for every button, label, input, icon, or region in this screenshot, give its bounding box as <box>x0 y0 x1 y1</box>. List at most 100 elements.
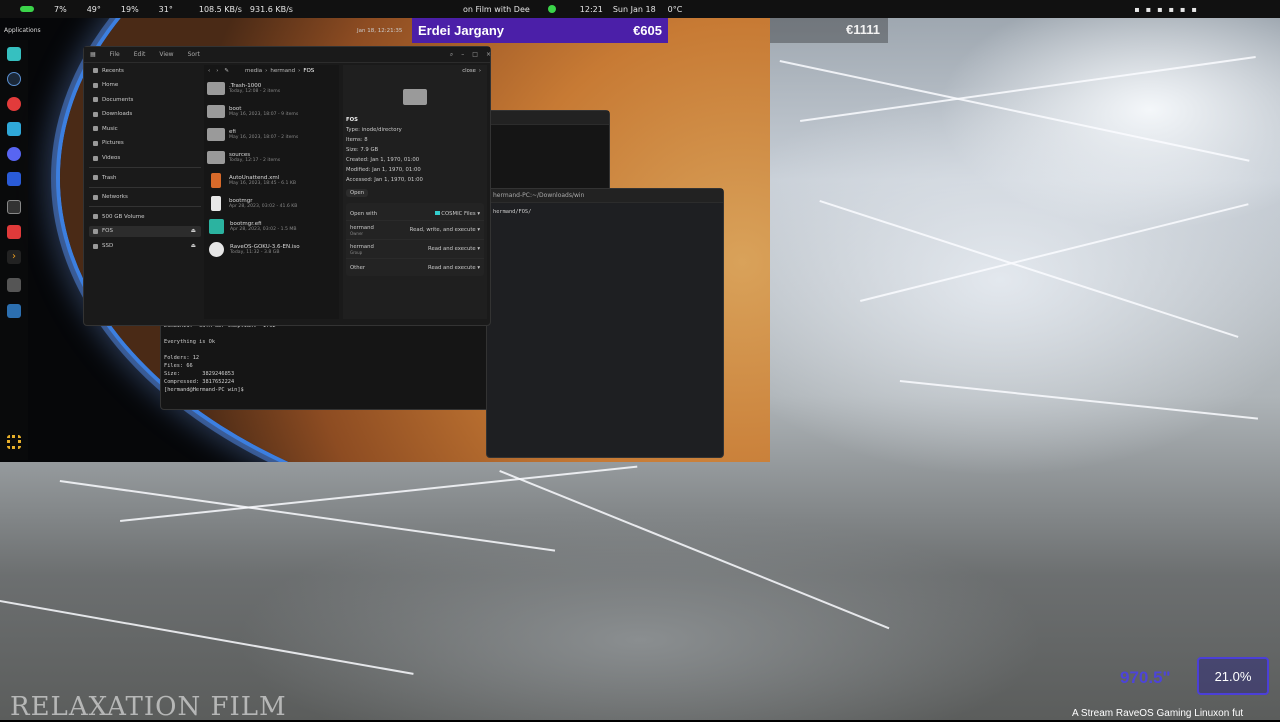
tray-icons[interactable]: ▪▪▪▪▪▪ <box>1134 5 1203 14</box>
terminal-line: Compressed: 3817652224 <box>164 379 235 385</box>
sidebar-label: SSD <box>102 243 114 250</box>
file-meta: May 16, 2023, 18:07 - 9 items <box>229 112 299 117</box>
sidebar: Recents Home Documents Downloads Music P… <box>89 65 201 319</box>
xml-file-icon <box>211 173 221 188</box>
weather[interactable]: 0°C <box>668 5 683 14</box>
donation-amount: €605 <box>633 23 662 38</box>
file-row[interactable]: .Trash-1000 Today, 12:08 - 2 items <box>204 77 339 100</box>
disc-image-icon <box>209 242 224 257</box>
network-icon <box>93 194 98 200</box>
minimize-icon[interactable]: – <box>461 51 464 58</box>
file-manager-window[interactable]: ▦ File Edit View Sort ⌕ – □ × Recents Ho… <box>83 46 491 326</box>
drive-icon <box>93 228 98 234</box>
close-icon[interactable]: × <box>486 51 491 58</box>
file-row[interactable]: boot May 16, 2023, 18:07 - 9 items <box>204 100 339 123</box>
file-row[interactable]: RaveOS-GOKU-3.6-EN.iso Today, 11:32 - 3.8… <box>204 238 339 261</box>
permission-row[interactable]: Other Read and execute ▾ <box>346 259 484 276</box>
vivaldi-icon[interactable] <box>7 97 21 111</box>
panel-time[interactable]: 12:21 <box>580 5 603 14</box>
open-button[interactable]: Open <box>346 189 369 197</box>
open-with-row[interactable]: Open with COSMIC Files ▾ <box>346 207 484 221</box>
picture-icon <box>93 140 98 146</box>
chevron-right-icon[interactable]: › <box>479 68 481 74</box>
file-meta: Apr 28, 2023, 03:02 - 41.6 KB <box>229 204 298 209</box>
vscode-icon[interactable] <box>7 304 21 318</box>
flathub-icon[interactable] <box>7 225 21 239</box>
crumb-media[interactable]: media <box>245 68 262 74</box>
file-manager-titlebar[interactable]: ▦ File Edit View Sort ⌕ – □ × <box>84 47 491 63</box>
terminal-prompt[interactable]: [hermand@Hermand-PC win]$ <box>164 387 276 395</box>
sidebar-item-music[interactable]: Music <box>89 123 201 134</box>
sidebar-item-documents[interactable]: Documents <box>89 94 201 105</box>
terminal-window-2[interactable]: hermand-PC:~/Downloads/win hermand/FOS/ <box>486 188 724 458</box>
shield-icon[interactable] <box>7 122 21 136</box>
sidebar-item-home[interactable]: Home <box>89 80 201 91</box>
grid-icon[interactable]: ▦ <box>90 51 96 58</box>
bitwarden-icon[interactable] <box>7 172 21 186</box>
drive-icon <box>93 214 98 220</box>
sidebar-label: Videos <box>102 155 121 162</box>
files-icon[interactable] <box>7 47 21 61</box>
eject-icon[interactable]: ⏏ <box>191 243 196 249</box>
sidebar-item-500gb-volume[interactable]: 500 GB Volume <box>89 211 201 222</box>
sidebar-item-pictures[interactable]: Pictures <box>89 138 201 149</box>
sidebar-item-trash[interactable]: Trash <box>89 172 201 183</box>
duration-readout: 970.5" <box>1120 668 1171 687</box>
sidebar-item-videos[interactable]: Videos <box>89 153 201 164</box>
now-playing[interactable]: on Film with Dee <box>463 5 530 14</box>
applications-menu[interactable]: Applications <box>4 27 41 34</box>
menu-sort[interactable]: Sort <box>188 51 200 58</box>
menu-file[interactable]: File <box>110 51 120 58</box>
search-icon[interactable]: ⌕ <box>450 51 453 59</box>
menu-edit[interactable]: Edit <box>134 51 146 58</box>
file-row[interactable]: efi May 16, 2023, 18:07 - 2 items <box>204 123 339 146</box>
crumb-fos[interactable]: FOS <box>303 68 314 74</box>
file-row[interactable]: AutoUnattend.xml May 16, 2023, 18:45 - 6.… <box>204 169 339 192</box>
terminal-icon[interactable] <box>7 200 21 214</box>
terminal-line: Size: 3829246853 <box>164 371 235 377</box>
sidebar-item-fos[interactable]: FOS ⏏ <box>89 225 201 237</box>
edit-path-icon[interactable]: ✎ <box>224 68 229 74</box>
file-row[interactable]: bootmgr Apr 28, 2023, 03:02 - 41.6 KB <box>204 192 339 215</box>
permission-row[interactable]: hermand Group Read and execute ▾ <box>346 240 484 259</box>
perm-role: Owner <box>350 230 364 236</box>
open-with-select[interactable]: COSMIC Files ▾ <box>434 210 480 217</box>
sidebar-item-ssd[interactable]: SSD ⏏ <box>89 241 201 252</box>
permission-row[interactable]: hermand Owner Read, write, and execute ▾ <box>346 221 484 240</box>
crumb-hermand[interactable]: hermand <box>270 68 295 74</box>
perm-role: Group <box>350 249 363 255</box>
chevron-right-icon[interactable]: › <box>7 250 21 264</box>
app-grid-icon[interactable] <box>7 435 21 449</box>
file-row[interactable]: bootmgr.efi Apr 28, 2023, 03:02 - 1.5 MB <box>204 215 339 238</box>
perm-select[interactable]: Read, write, and execute ▾ <box>410 227 480 233</box>
file-meta: Today, 12:08 - 2 items <box>229 89 281 94</box>
discord-icon[interactable] <box>7 147 21 161</box>
perm-select[interactable]: Read and execute ▾ <box>428 265 480 271</box>
folder-icon <box>207 151 225 164</box>
forward-icon[interactable]: › <box>216 68 218 74</box>
panel-toggle-icon[interactable] <box>20 6 34 12</box>
cpu-temp: 49° <box>86 4 101 14</box>
terminal2-title: hermand-PC:~/Downloads/win <box>493 192 585 199</box>
sidebar-item-downloads[interactable]: Downloads <box>89 109 201 120</box>
sidebar-item-recents[interactable]: Recents <box>89 65 201 76</box>
sidebar-item-networks[interactable]: Networks <box>89 192 201 203</box>
props-type: Type: inode/directory <box>346 127 402 133</box>
back-icon[interactable]: ‹ <box>208 68 210 74</box>
sidebar-label: Documents <box>102 96 134 103</box>
steam-icon[interactable] <box>7 72 21 86</box>
home-icon <box>93 82 98 88</box>
music-app-icon[interactable] <box>547 5 556 13</box>
perm-select[interactable]: Read and execute ▾ <box>428 246 480 252</box>
menu-view[interactable]: View <box>159 51 173 58</box>
small-clock: Jan 18, 12:21:35 <box>357 28 403 34</box>
panel-date[interactable]: Sun Jan 18 <box>613 5 656 14</box>
eject-icon[interactable]: ⏏ <box>191 228 196 234</box>
breadcrumb: ‹ › ✎ media › hermand › FOS <box>204 65 339 77</box>
terminal2-titlebar[interactable]: hermand-PC:~/Downloads/win <box>487 189 723 203</box>
close-details-button[interactable]: close <box>462 68 476 74</box>
maximize-icon[interactable]: □ <box>472 51 478 58</box>
file-row[interactable]: sources Today, 12:17 - 2 items <box>204 146 339 169</box>
settings-icon[interactable] <box>7 278 21 292</box>
